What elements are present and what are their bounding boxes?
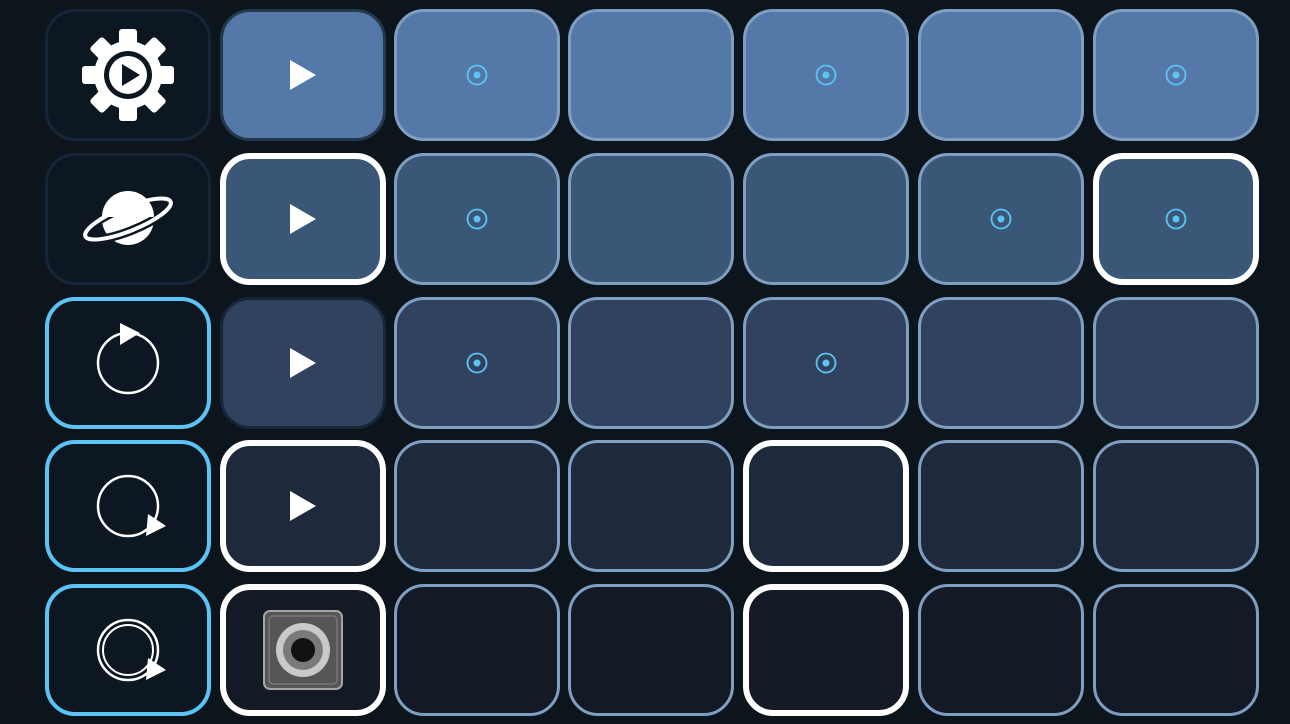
pad-r4-c1[interactable] — [394, 440, 560, 572]
clip-marker-icon — [466, 208, 488, 230]
row-5-control-button[interactable] — [45, 584, 211, 716]
row-4-launch-button[interactable] — [220, 440, 386, 572]
pad-r3-c2[interactable] — [568, 297, 734, 429]
clip-marker-icon — [815, 64, 837, 86]
play-icon — [288, 59, 318, 91]
pad-r5-c2[interactable] — [568, 584, 734, 716]
pad-r1-c4[interactable] — [918, 9, 1084, 141]
pad-r4-c2[interactable] — [568, 440, 734, 572]
row-1-launch-button[interactable] — [220, 9, 386, 141]
pad-r4-c4[interactable] — [918, 440, 1084, 572]
pad-r1-c2[interactable] — [568, 9, 734, 141]
pad-r2-c1[interactable] — [394, 153, 560, 285]
play-icon — [288, 203, 318, 235]
pad-r5-c4[interactable] — [918, 584, 1084, 716]
pad-r4-c3[interactable] — [743, 440, 909, 572]
pad-r1-c5[interactable] — [1093, 9, 1259, 141]
pad-r1-c1[interactable] — [394, 9, 560, 141]
pad-r2-c2[interactable] — [568, 153, 734, 285]
pad-r3-c1[interactable] — [394, 297, 560, 429]
gear-play-icon — [80, 27, 176, 123]
pad-r2-c4[interactable] — [918, 153, 1084, 285]
loop-bottom-arrow-icon — [88, 466, 168, 546]
play-icon — [288, 347, 318, 379]
pad-r1-c3[interactable] — [743, 9, 909, 141]
clip-marker-icon — [466, 64, 488, 86]
row-2-launch-button[interactable] — [220, 153, 386, 285]
double-loop-arrow-icon — [88, 610, 168, 690]
loop-top-arrow-icon — [88, 323, 168, 403]
speaker-icon — [262, 609, 344, 691]
play-icon — [288, 490, 318, 522]
pad-r5-c1[interactable] — [394, 584, 560, 716]
clip-marker-icon — [990, 208, 1012, 230]
pad-r5-c5[interactable] — [1093, 584, 1259, 716]
pad-r2-c3[interactable] — [743, 153, 909, 285]
clip-marker-icon — [1165, 64, 1187, 86]
row-5-launch-button[interactable] — [220, 584, 386, 716]
pad-r3-c4[interactable] — [918, 297, 1084, 429]
row-4-control-button[interactable] — [45, 440, 211, 572]
pad-grid — [0, 0, 1290, 724]
pad-r3-c3[interactable] — [743, 297, 909, 429]
clip-marker-icon — [1165, 208, 1187, 230]
row-1-control-button[interactable] — [45, 9, 211, 141]
row-3-launch-button[interactable] — [220, 297, 386, 429]
pad-r2-c5[interactable] — [1093, 153, 1259, 285]
pad-r4-c5[interactable] — [1093, 440, 1259, 572]
row-3-control-button[interactable] — [45, 297, 211, 429]
pad-r3-c5[interactable] — [1093, 297, 1259, 429]
clip-marker-icon — [815, 352, 837, 374]
row-2-control-button[interactable] — [45, 153, 211, 285]
pad-r5-c3[interactable] — [743, 584, 909, 716]
clip-marker-icon — [466, 352, 488, 374]
planet-icon — [78, 184, 178, 254]
